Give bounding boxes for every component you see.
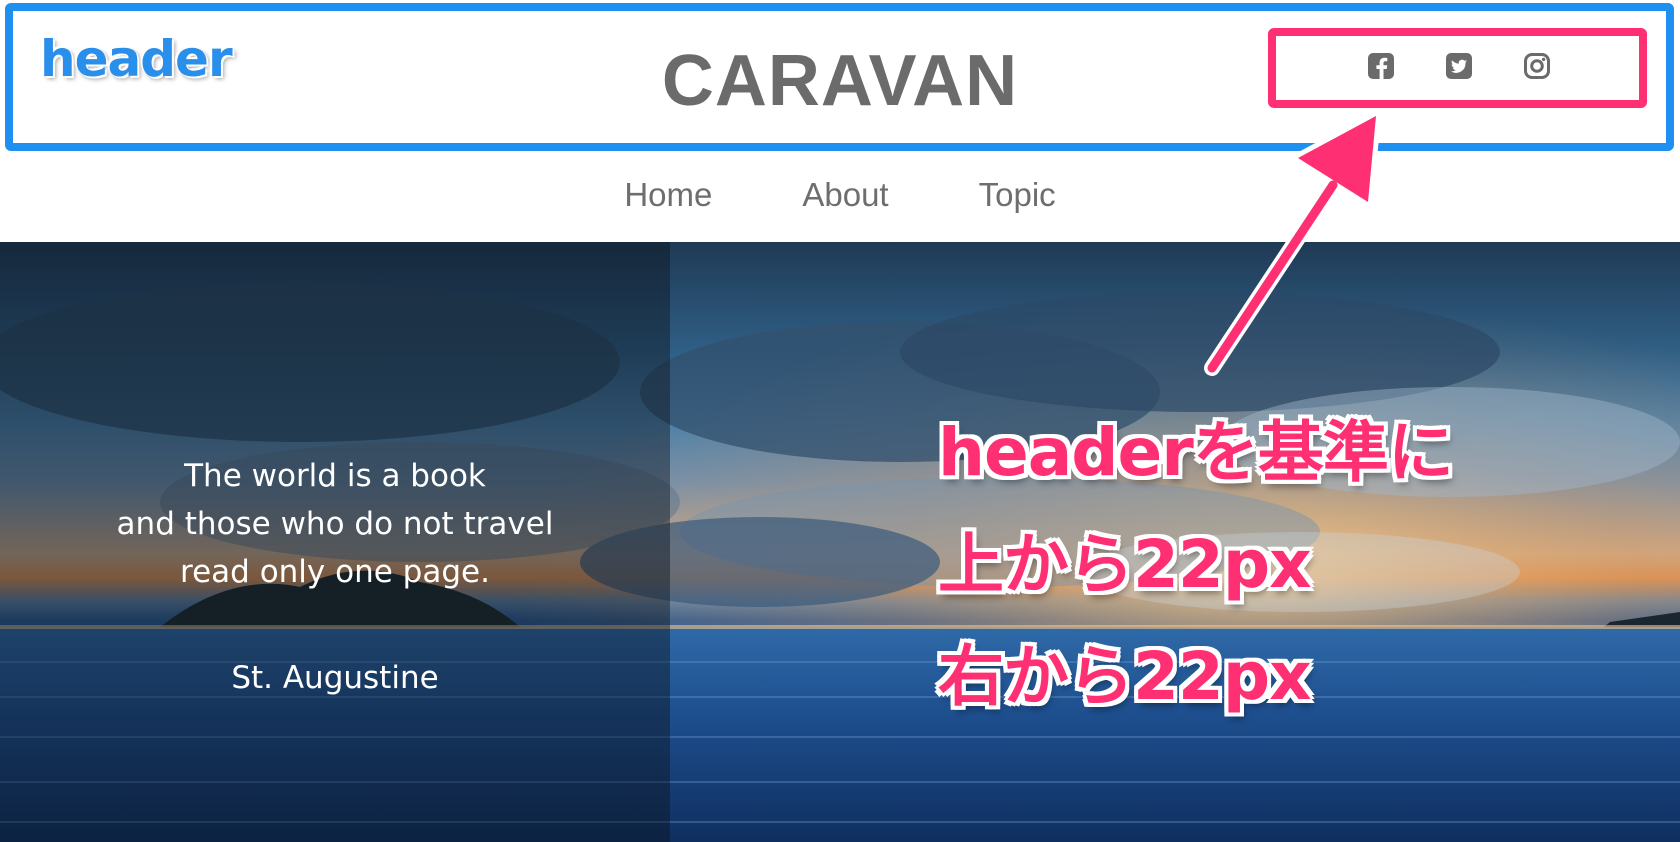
nav-item-about[interactable]: About bbox=[802, 176, 888, 214]
nav-item-home[interactable]: Home bbox=[624, 176, 712, 214]
main-nav: Home About Topic bbox=[0, 176, 1680, 214]
annotation-line: 右から22px bbox=[938, 638, 1312, 715]
hero-quote: The world is a book and those who do not… bbox=[0, 452, 670, 702]
annotation-text: headerを基準に 上から22px 右から22px bbox=[938, 397, 1454, 733]
social-icons bbox=[1367, 51, 1551, 81]
twitter-icon[interactable] bbox=[1445, 52, 1473, 80]
quote-author: St. Augustine bbox=[231, 660, 439, 696]
annotation-line: 上から22px bbox=[938, 526, 1312, 603]
hero-section: The world is a book and those who do not… bbox=[0, 242, 1680, 842]
quote-line: The world is a book bbox=[184, 458, 486, 494]
quote-line: read only one page. bbox=[180, 554, 490, 590]
instagram-icon[interactable] bbox=[1523, 52, 1551, 80]
facebook-icon[interactable] bbox=[1367, 52, 1395, 80]
nav-item-topic[interactable]: Topic bbox=[979, 176, 1056, 214]
quote-line: and those who do not travel bbox=[116, 506, 554, 542]
annotation-line: headerを基準に bbox=[938, 414, 1454, 491]
